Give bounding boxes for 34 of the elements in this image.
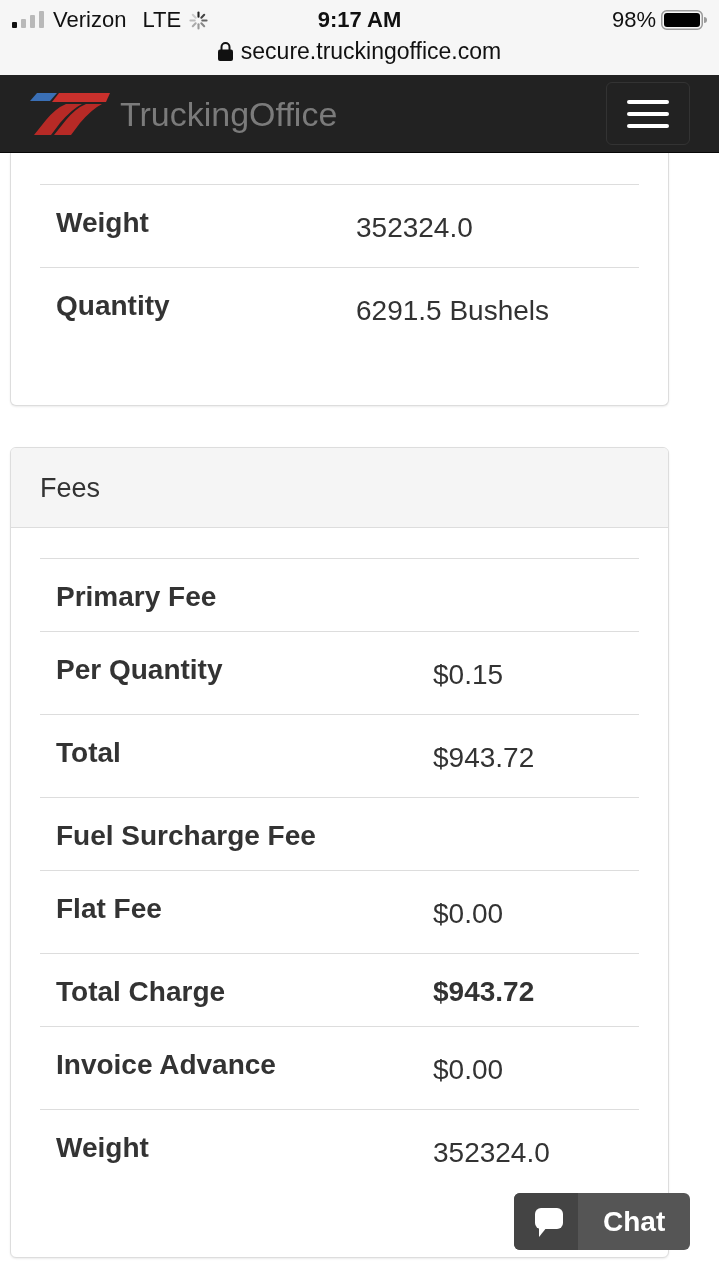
field-value: 352324.0 <box>356 212 473 243</box>
url-text[interactable]: secure.truckingoffice.com <box>240 38 502 64</box>
carrier-name: Verizon <box>53 7 127 33</box>
clock-time: 9:17 AM <box>317 7 402 33</box>
logo-icon <box>30 92 110 135</box>
field-value: $0.00 <box>433 1054 504 1085</box>
field-value: 352324.0 <box>433 1137 550 1168</box>
battery-percent: 98% <box>611 7 656 33</box>
speech-bubble-icon <box>514 1193 578 1250</box>
field-label: Quantity <box>56 290 170 321</box>
field-value: $943.72 <box>433 742 535 773</box>
field-label: Total <box>56 737 121 768</box>
lock-icon <box>217 41 233 61</box>
field-label: Per Quantity <box>56 654 223 685</box>
field-label: Weight <box>56 1132 149 1163</box>
panel-title: Fees <box>40 471 101 504</box>
menu-icon <box>627 99 669 128</box>
field-value: $943.72 <box>433 976 535 1007</box>
battery-icon <box>661 10 707 30</box>
field-label: Weight <box>56 207 149 238</box>
field-label: Flat Fee <box>56 893 162 924</box>
field-label: Invoice Advance <box>56 1049 276 1080</box>
field-value: $0.00 <box>433 898 504 929</box>
field-value: 6291.5 Bushels <box>356 295 550 326</box>
field-value: $0.15 <box>433 659 504 690</box>
network-type: LTE <box>142 7 182 33</box>
fee-group-title: Fuel Surcharge Fee <box>56 820 316 851</box>
menu-button[interactable] <box>606 82 690 145</box>
field-label: Total Charge <box>56 976 226 1007</box>
chat-button[interactable]: Chat <box>514 1193 690 1250</box>
loading-icon <box>189 10 209 30</box>
fee-group-title: Primary Fee <box>56 581 217 612</box>
brand-link[interactable]: TruckingOffice <box>30 92 338 135</box>
signal-icon <box>12 10 44 28</box>
